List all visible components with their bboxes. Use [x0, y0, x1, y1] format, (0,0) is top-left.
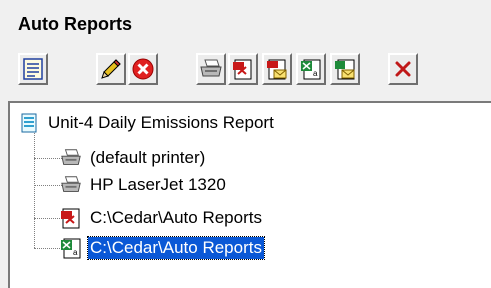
printer-icon	[60, 174, 82, 196]
remove-x-icon	[393, 59, 413, 79]
tree-item-label: HP LaserJet 1320	[90, 175, 226, 194]
excel-file-icon: a	[300, 58, 322, 80]
report-list-icon	[23, 58, 43, 80]
report-tree[interactable]: Unit-4 Daily Emissions Report (default p…	[8, 101, 491, 288]
add-pdf-email-button[interactable]	[262, 53, 292, 85]
tree-connector	[34, 218, 62, 219]
tree-item-label: C:\Cedar\Auto Reports	[87, 236, 265, 260]
pencil-edit-icon	[100, 58, 122, 80]
report-document-icon	[18, 112, 40, 134]
pdf-file-icon	[232, 58, 254, 80]
add-printer-button[interactable]	[196, 53, 226, 85]
add-pdf-button[interactable]	[228, 53, 258, 85]
svg-text:a: a	[313, 69, 318, 78]
delete-button[interactable]	[128, 53, 158, 85]
tree-item-label: (default printer)	[90, 148, 206, 167]
pdf-file-icon	[60, 207, 82, 229]
excel-email-icon	[334, 58, 356, 80]
printer-icon	[60, 147, 82, 169]
printer-icon	[199, 58, 223, 80]
excel-file-icon: a	[60, 237, 82, 259]
tree-item-excel-folder[interactable]: a C:\Cedar\Auto Reports	[60, 236, 265, 260]
tree-connector	[34, 248, 62, 249]
tree-item-hp-printer[interactable]: HP LaserJet 1320	[60, 173, 228, 197]
tree-connector	[34, 158, 62, 159]
toolbar: a	[0, 0, 491, 110]
tree-root-label: Unit-4 Daily Emissions Report	[48, 113, 274, 132]
report-list-button[interactable]	[18, 53, 48, 85]
tree-item-label: C:\Cedar\Auto Reports	[90, 208, 262, 227]
pdf-email-icon	[266, 58, 288, 80]
svg-text:a: a	[73, 248, 78, 257]
tree-connector	[34, 185, 62, 186]
tree-connector	[34, 133, 35, 248]
add-excel-email-button[interactable]	[330, 53, 360, 85]
remove-button[interactable]	[388, 53, 418, 85]
tree-item-pdf-folder[interactable]: C:\Cedar\Auto Reports	[60, 206, 264, 230]
edit-button[interactable]	[96, 53, 126, 85]
tree-root-item[interactable]: Unit-4 Daily Emissions Report	[18, 111, 276, 135]
add-excel-button[interactable]: a	[296, 53, 326, 85]
delete-red-x-icon	[132, 58, 154, 80]
tree-item-default-printer[interactable]: (default printer)	[60, 146, 207, 170]
